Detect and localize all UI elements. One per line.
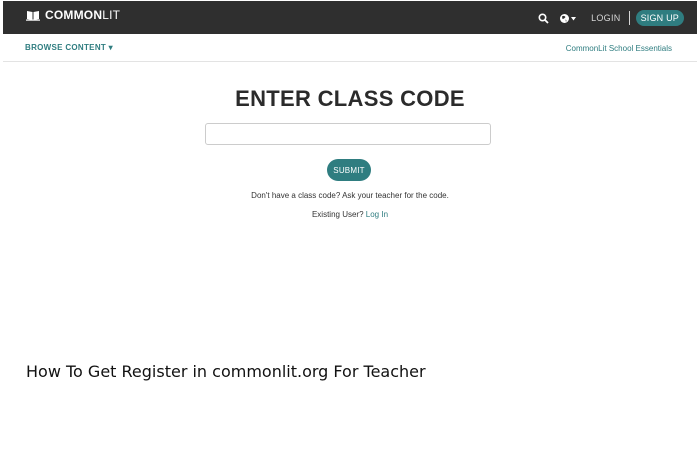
- school-essentials-link[interactable]: CommonLit School Essentials: [566, 44, 672, 53]
- browse-content-dropdown[interactable]: BROWSE CONTENT ▾: [25, 43, 113, 52]
- login-link[interactable]: LOGIN: [591, 13, 621, 23]
- logo[interactable]: COMMONLIT: [26, 8, 120, 22]
- logo-text-bold: COMMON: [45, 8, 103, 22]
- globe-icon[interactable]: [559, 12, 577, 24]
- class-code-input[interactable]: [205, 123, 491, 145]
- login-in-link[interactable]: Log In: [366, 210, 388, 219]
- class-code-hint: Don't have a class code? Ask your teache…: [251, 191, 449, 200]
- signup-button[interactable]: SIGN UP: [635, 10, 684, 26]
- nav-divider: [628, 11, 630, 25]
- logo-text-light: LIT: [102, 8, 121, 22]
- screenshot: COMMONLIT LOGIN SIGN UP BROWSE CONTENT ▾…: [3, 1, 697, 329]
- existing-user-line: Existing User? Log In: [3, 210, 697, 219]
- submit-button[interactable]: SUBMIT: [327, 159, 371, 181]
- secondary-navbar: BROWSE CONTENT ▾ CommonLit School Essent…: [3, 34, 697, 62]
- logo-text: COMMONLIT: [45, 8, 120, 22]
- existing-user-label: Existing User?: [311, 210, 364, 219]
- page-title: ENTER CLASS CODE: [235, 86, 465, 111]
- search-icon[interactable]: [537, 12, 549, 24]
- image-caption: How To Get Register in commonlit.org For…: [26, 362, 426, 381]
- book-icon: [26, 9, 40, 21]
- navbar-actions: LOGIN SIGN UP: [537, 9, 684, 27]
- top-navbar: COMMONLIT LOGIN SIGN UP: [3, 1, 697, 34]
